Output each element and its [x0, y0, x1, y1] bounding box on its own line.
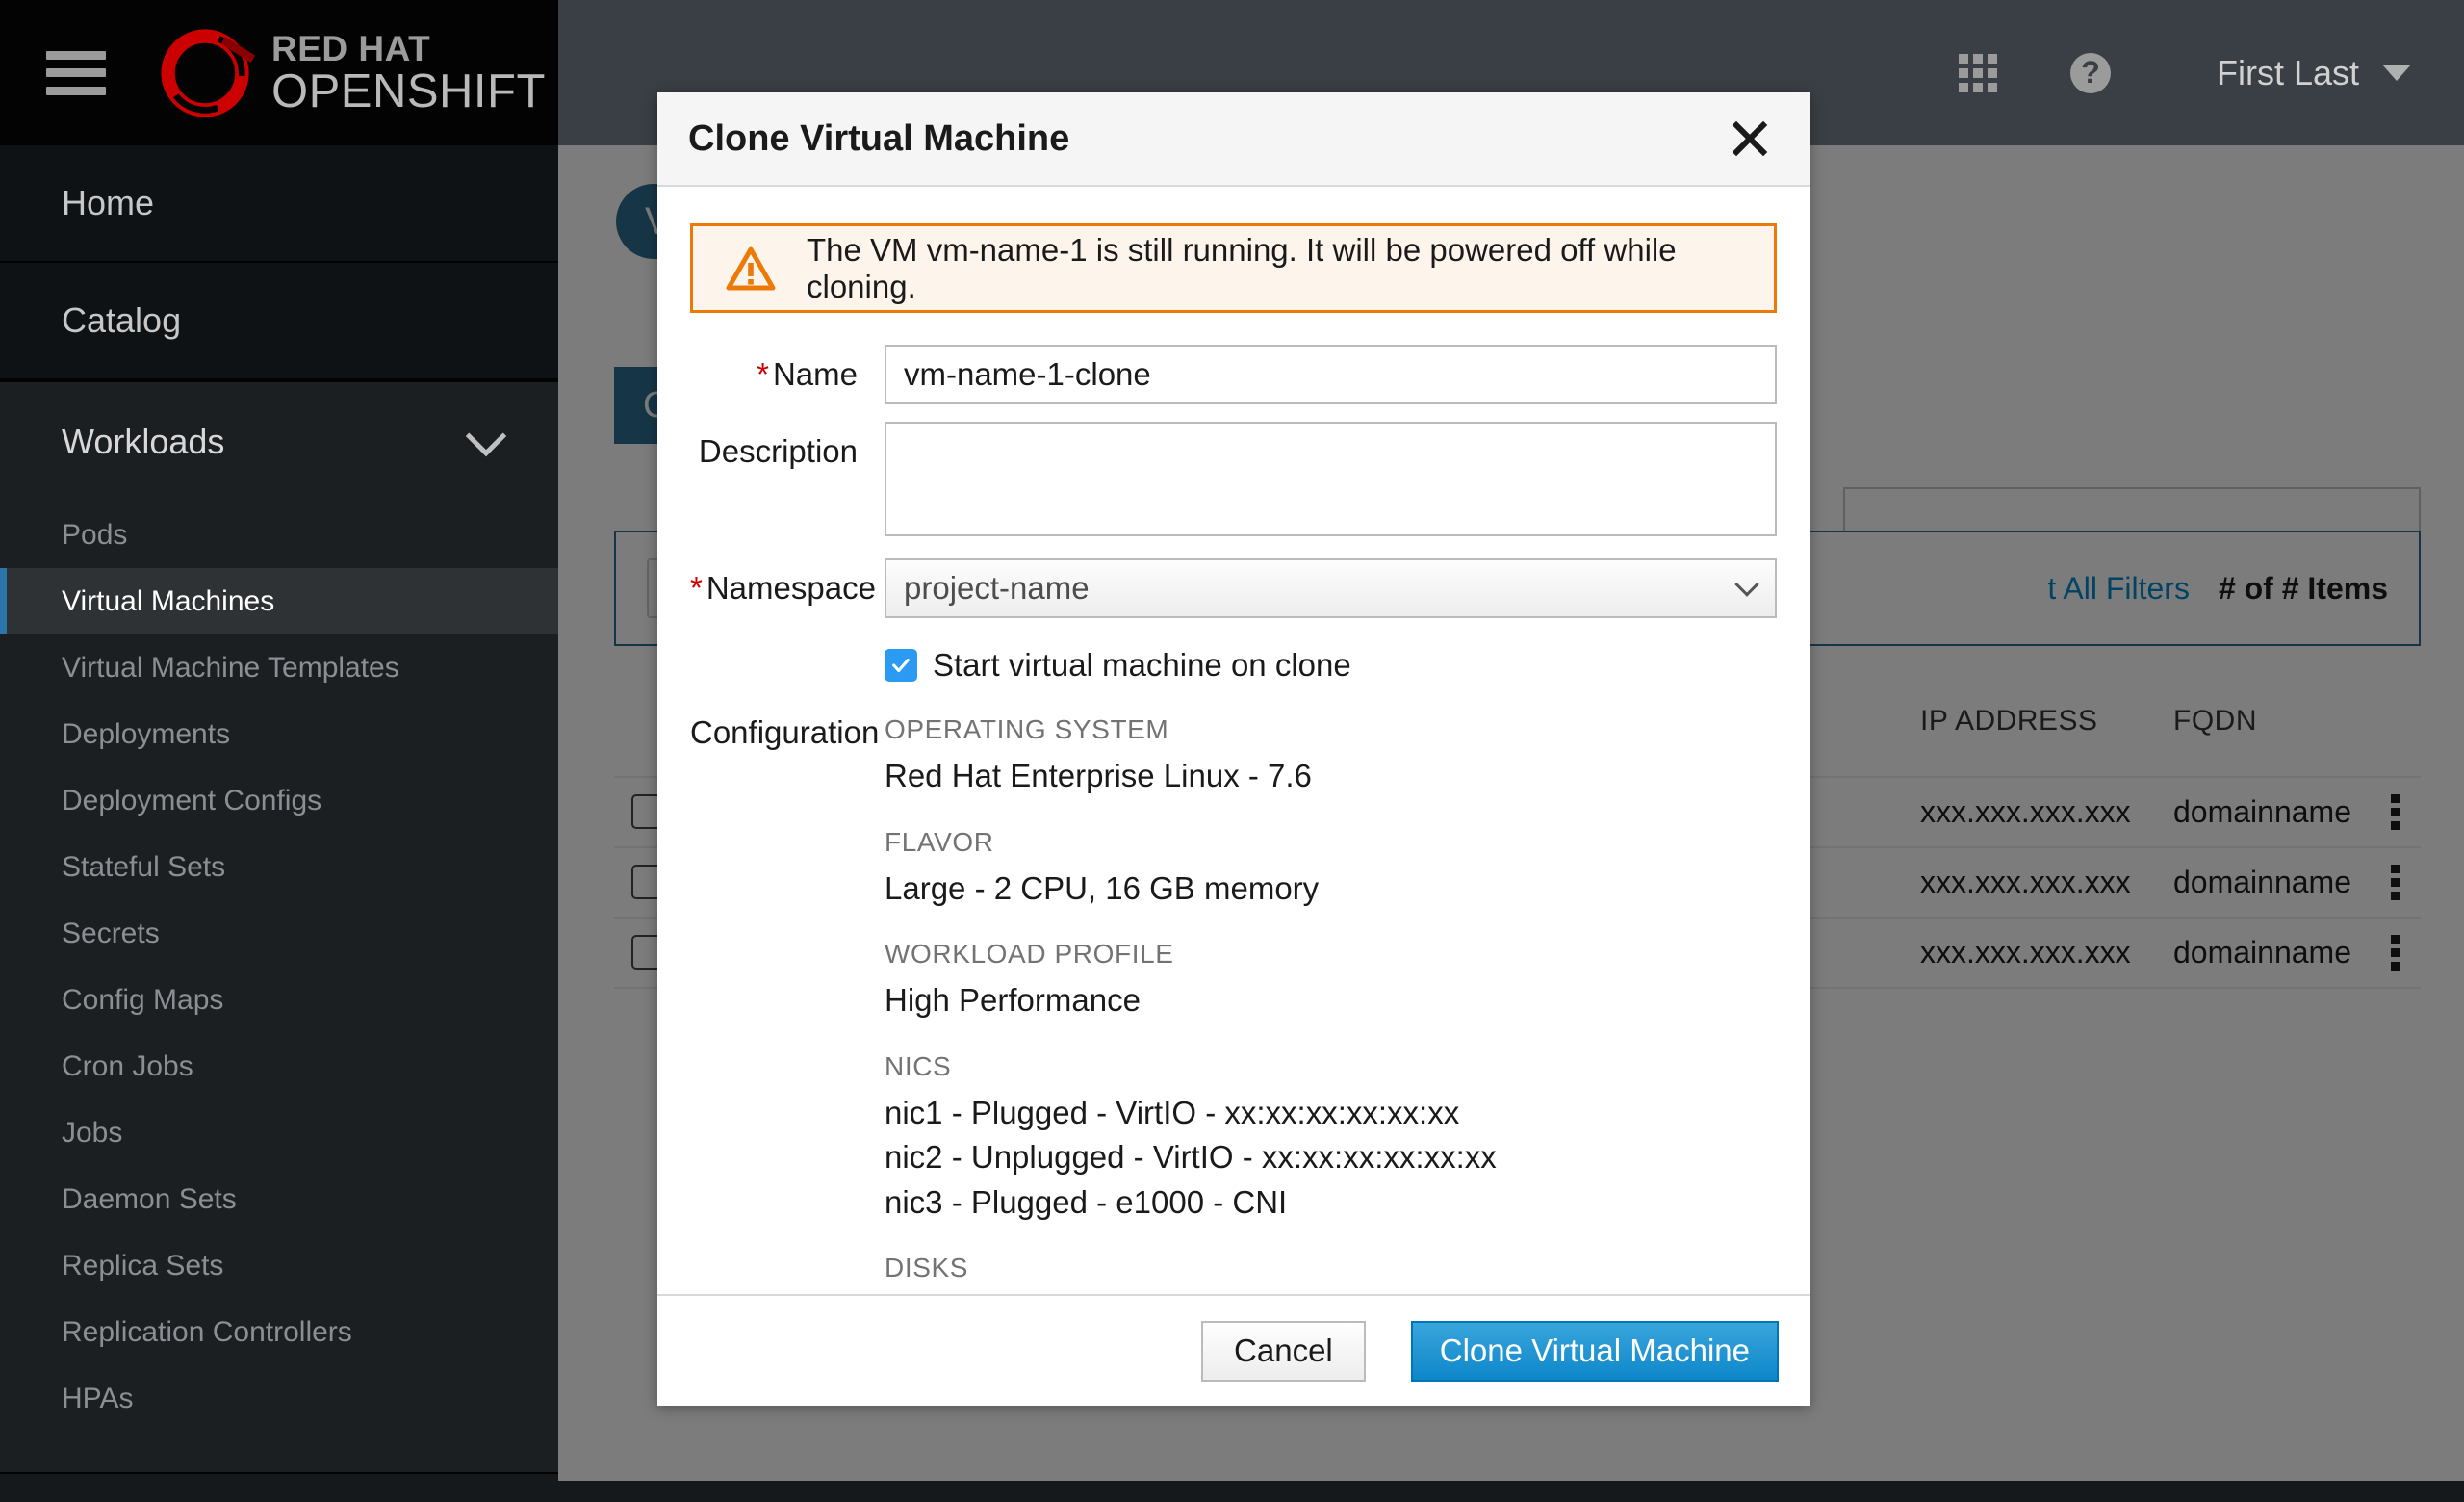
user-menu[interactable]: First Last — [2217, 53, 2411, 93]
user-name-label: First Last — [2216, 52, 2359, 92]
clone-virtual-machine-modal: Clone Virtual Machine The VM vm-name-1 i… — [657, 92, 1810, 1406]
sidebar-item-stateful-sets[interactable]: Stateful Sets — [0, 834, 558, 900]
nic-line: nic1 - Plugged - VirtIO - xx:xx:xx:xx:xx… — [885, 1094, 1460, 1130]
sidebar-navigation: Home Catalog Workloads Pods Virtual Mach… — [0, 145, 558, 1502]
form-row-name: * Name — [690, 345, 1777, 404]
config-key-operating-system: OPERATING SYSTEM — [885, 714, 1169, 744]
name-label-text: Name — [772, 356, 858, 392]
modal-body: The VM vm-name-1 is still running. It wi… — [657, 187, 1810, 1294]
sidebar-item-label: Home — [62, 183, 155, 222]
config-value-workload-profile: High Performance — [885, 982, 1141, 1019]
sidebar-item-config-maps[interactable]: Config Maps — [0, 967, 558, 1033]
sidebar-item-label: Virtual Machine Templates — [62, 651, 399, 684]
logo-openshift-text: OPENSHIFT — [271, 65, 546, 117]
sidebar-item-replica-sets[interactable]: Replica Sets — [0, 1232, 558, 1299]
sidebar-item-home[interactable]: Home — [0, 145, 558, 263]
sidebar-item-catalog[interactable]: Catalog — [0, 263, 558, 380]
sidebar-item-jobs[interactable]: Jobs — [0, 1100, 558, 1166]
warning-triangle-icon — [726, 246, 776, 290]
openshift-logo[interactable]: RED HAT OPENSHIFT — [152, 27, 546, 119]
config-key-workload-profile: WORKLOAD PROFILE — [885, 939, 1174, 970]
running-vm-warning-alert: The VM vm-name-1 is still running. It wi… — [690, 223, 1777, 313]
sidebar-item-label: Secrets — [62, 917, 160, 949]
config-value-flavor: Large - 2 CPU, 16 GB memory — [885, 869, 1320, 906]
namespace-selected-value: project-name — [904, 570, 1090, 606]
sidebar-item-virtual-machines[interactable]: Virtual Machines — [0, 568, 558, 634]
namespace-label-text: Namespace — [706, 570, 876, 606]
logo-wordmark: RED HAT OPENSHIFT — [271, 31, 546, 116]
start-on-clone-control[interactable]: Start virtual machine on clone — [885, 647, 1351, 684]
chevron-down-icon — [1734, 572, 1759, 597]
nic-line: nic3 - Plugged - e1000 - CNI — [885, 1183, 1288, 1220]
close-x-icon[interactable] — [1723, 112, 1777, 166]
nic-line: nic2 - Unplugged - VirtIO - xx:xx:xx:xx:… — [885, 1139, 1497, 1176]
form-row-description: Description — [690, 422, 1777, 541]
caret-down-icon — [2382, 65, 2411, 81]
sidebar-item-label: Pods — [62, 518, 128, 551]
sidebar-item-label: Cron Jobs — [62, 1049, 193, 1082]
required-indicator: * — [690, 570, 703, 606]
start-on-clone-checkbox[interactable] — [885, 649, 917, 682]
cancel-button[interactable]: Cancel — [1201, 1320, 1366, 1382]
clone-virtual-machine-submit-button[interactable]: Clone Virtual Machine — [1410, 1320, 1779, 1382]
alert-message: The VM vm-name-1 is still running. It wi… — [807, 231, 1677, 304]
hamburger-icon[interactable] — [46, 50, 106, 95]
sidebar-item-cron-jobs[interactable]: Cron Jobs — [0, 1033, 558, 1100]
name-field-label: * Name — [690, 345, 885, 404]
close-x-glyph — [1732, 120, 1768, 157]
name-input[interactable] — [885, 345, 1777, 404]
sidebar-item-label: Deployment Configs — [62, 784, 322, 816]
check-icon — [892, 658, 910, 673]
sidebar-item-label: HPAs — [62, 1382, 134, 1414]
sidebar-item-label: Deployments — [62, 717, 231, 750]
sidebar-group-label: Workloads — [62, 422, 225, 461]
grid-apps-icon[interactable] — [1958, 53, 1997, 92]
sidebar-top-section: Home Catalog — [0, 145, 558, 382]
form-row-namespace: * Namespace project-name — [690, 558, 1777, 618]
sidebar-item-label: Jobs — [62, 1116, 123, 1149]
help-question-icon[interactable]: ? — [2069, 52, 2111, 93]
masthead-brand-area: RED HAT OPENSHIFT — [0, 0, 558, 145]
description-input[interactable] — [885, 422, 1777, 536]
config-key-nics: NICS — [885, 1050, 952, 1081]
start-on-clone-label: Start virtual machine on clone — [933, 647, 1351, 683]
configuration-label: Configuration — [690, 714, 880, 750]
sidebar-item-deployment-configs[interactable]: Deployment Configs — [0, 767, 558, 834]
namespace-field-label: * Namespace — [690, 558, 885, 618]
sidebar-item-secrets[interactable]: Secrets — [0, 900, 558, 967]
sidebar-item-label: Stateful Sets — [62, 850, 226, 883]
sidebar-item-pods[interactable]: Pods — [0, 502, 558, 568]
configuration-section: Configuration OPERATING SYSTEM Red Hat E… — [690, 714, 1777, 1294]
required-indicator: * — [757, 356, 769, 392]
sidebar-item-label: Virtual Machines — [62, 584, 275, 617]
sidebar-item-label: Replica Sets — [62, 1249, 224, 1282]
sidebar-item-label: Catalog — [62, 300, 182, 340]
modal-footer: Cancel Clone Virtual Machine — [657, 1294, 1810, 1406]
namespace-select[interactable]: project-name — [885, 558, 1777, 618]
sidebar-item-daemon-sets[interactable]: Daemon Sets — [0, 1166, 558, 1232]
modal-header: Clone Virtual Machine — [657, 92, 1810, 187]
logo-redhat-text: RED HAT — [271, 28, 431, 68]
sidebar-group-workloads[interactable]: Workloads — [0, 382, 558, 502]
sidebar-item-label: Config Maps — [62, 983, 224, 1016]
sidebar-item-label: Daemon Sets — [62, 1182, 237, 1215]
config-value-nics: nic1 - Plugged - VirtIO - xx:xx:xx:xx:xx… — [885, 1092, 1777, 1225]
red-hat-logo-icon — [161, 28, 256, 117]
config-key-disks: DISKS — [885, 1253, 969, 1283]
bottom-strip — [0, 1481, 2464, 1502]
sidebar-item-label: Replication Controllers — [62, 1315, 352, 1348]
modal-title: Clone Virtual Machine — [688, 117, 1070, 159]
sidebar-item-deployments[interactable]: Deployments — [0, 701, 558, 767]
config-key-flavor: FLAVOR — [885, 826, 994, 857]
description-field-label: Description — [698, 433, 858, 469]
app-root: ? First Last RED HAT OPENSHIFT Home Cata… — [0, 0, 2464, 1502]
form-row-start-on-clone: Start virtual machine on clone — [690, 647, 1777, 684]
sidebar-item-replication-controllers[interactable]: Replication Controllers — [0, 1299, 558, 1365]
sidebar-item-virtual-machine-templates[interactable]: Virtual Machine Templates — [0, 634, 558, 701]
sidebar-item-hpas[interactable]: HPAs — [0, 1365, 558, 1432]
chevron-down-icon — [465, 415, 507, 457]
config-value-operating-system: Red Hat Enterprise Linux - 7.6 — [885, 758, 1312, 793]
